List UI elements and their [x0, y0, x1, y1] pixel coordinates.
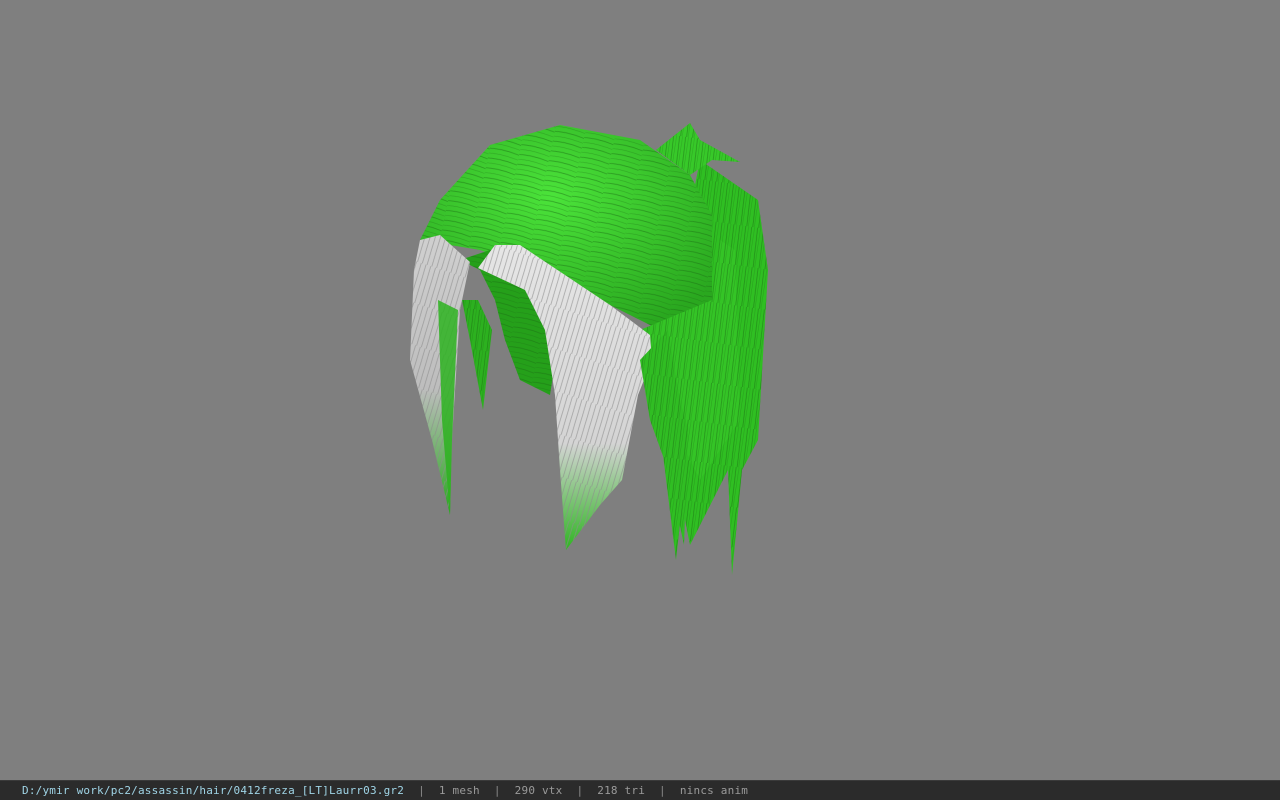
status-separator: | — [659, 784, 666, 797]
triangle-count: 218 tri — [597, 784, 646, 797]
model-file-path: D:/ymir work/pc2/assassin/hair/0412freza… — [22, 784, 405, 797]
status-separator: | — [576, 784, 584, 797]
status-bar: D:/ymir work/pc2/assassin/hair/0412freza… — [0, 780, 1280, 800]
animation-status: nincs anim — [679, 784, 749, 797]
status-separator: | — [493, 784, 501, 797]
status-separator: | — [418, 784, 425, 797]
hair-model-render — [410, 123, 768, 575]
vertex-count: 290 vtx — [514, 784, 563, 797]
mesh-count: 1 mesh — [438, 784, 480, 797]
3d-viewport[interactable] — [0, 0, 1280, 780]
hair-left-strand — [410, 235, 470, 515]
